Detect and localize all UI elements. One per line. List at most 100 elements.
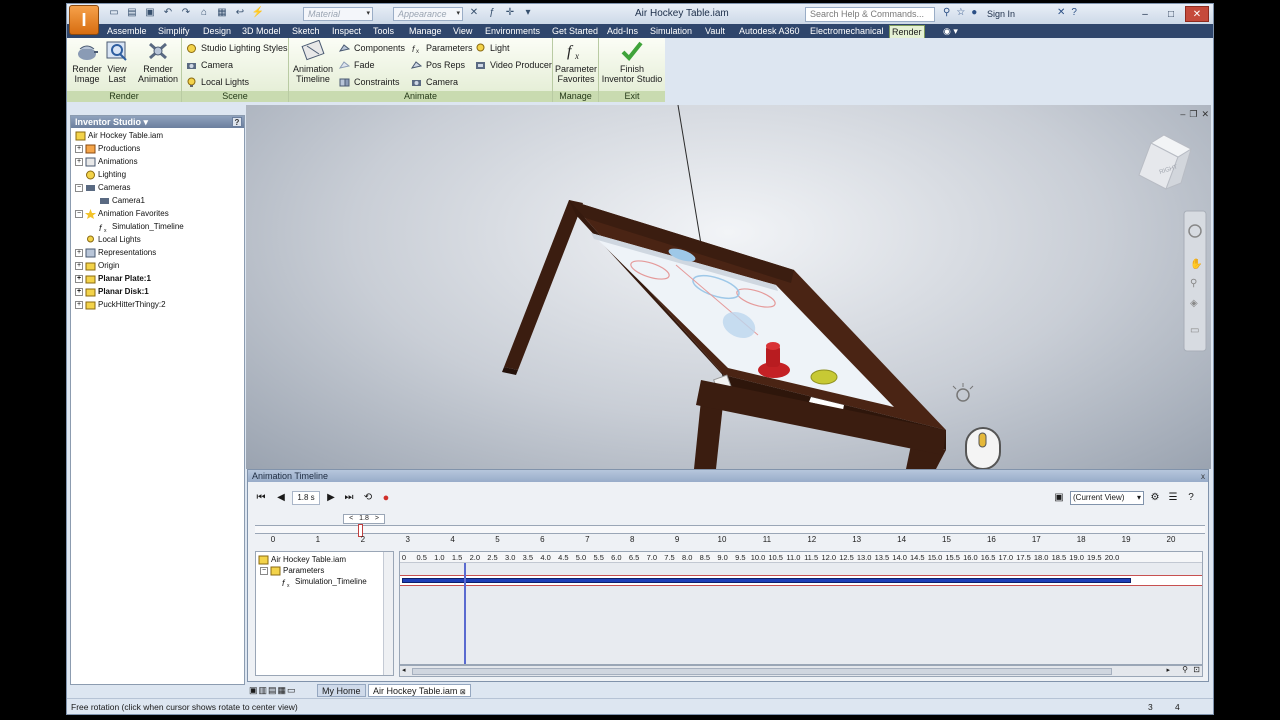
components-button[interactable]: Components [339, 42, 405, 55]
ribbon-options-icon[interactable]: ◉ ▾ [941, 25, 960, 38]
pos-reps-button[interactable]: Pos Reps [411, 59, 465, 72]
tree-item-cameras[interactable]: − Cameras [75, 182, 130, 194]
timeline-ruler[interactable]: < 1.8 > 0 1 2 3 4 5 6 7 8 9 10 11 12 13 14 15 16 17 18 19 20 [255, 514, 1205, 544]
render-animation-button[interactable]: Render Animation [137, 40, 179, 84]
tab-vault[interactable]: Vault [703, 25, 727, 38]
tab-render[interactable]: Render [889, 25, 925, 38]
tab-view[interactable]: View [451, 25, 474, 38]
app-menu-button[interactable]: I [69, 5, 99, 35]
record-icon[interactable]: ● [379, 491, 393, 505]
timeline-horizontal-scrollbar[interactable]: ◂ ▸ ⚲ ⊡ [399, 665, 1203, 677]
scroll-left-icon[interactable]: ◂ [402, 666, 406, 674]
close-button[interactable]: ✕ [1185, 6, 1209, 22]
user-icon[interactable]: ● [971, 7, 977, 18]
doc-tab-close-icon[interactable]: ⊠ [460, 689, 466, 696]
maximize-button[interactable]: □ [1159, 6, 1183, 22]
ruler-track[interactable] [255, 525, 1205, 534]
timeline-tree-simulation-timeline[interactable]: f x Simulation_Timeline [282, 576, 367, 588]
tree-item-local-lights[interactable]: Local Lights [85, 234, 141, 246]
tab-3d-model[interactable]: 3D Model [240, 25, 283, 38]
go-to-end-icon[interactable]: ⏭ [342, 491, 356, 505]
tree-item-simulation-timeline[interactable]: f x Simulation_Timeline [99, 221, 184, 233]
open-icon[interactable]: ▤ [125, 7, 139, 19]
tab-environments[interactable]: Environments [483, 25, 542, 38]
tree-item-planar-plate[interactable]: + Planar Plate:1 [75, 273, 151, 285]
update-icon[interactable]: ⚡ [251, 7, 265, 19]
scroll-thumb[interactable] [412, 668, 1112, 675]
finish-inventor-studio-button[interactable]: Finish Inventor Studio [600, 40, 664, 84]
orbit-icon[interactable]: ◈ [1190, 298, 1198, 309]
view-last-button[interactable]: View Last [104, 40, 130, 84]
fx-icon[interactable]: ƒ [485, 7, 499, 19]
play-reverse-icon[interactable]: ◀ [274, 491, 288, 505]
layout-icons[interactable]: ▣▥▤▦▭ [249, 685, 297, 696]
tab-simulation[interactable]: Simulation [648, 25, 694, 38]
animate-camera-button[interactable]: Camera [411, 76, 458, 89]
timeline-help-icon[interactable]: ? [1184, 491, 1198, 505]
tab-assemble[interactable]: Assemble [105, 25, 149, 38]
customize-icon[interactable]: ▾ [521, 7, 535, 19]
timeline-tree-scrollbar[interactable] [383, 552, 393, 675]
timeline-close-button[interactable]: x [1201, 471, 1205, 483]
zoom-icon[interactable]: ⚲ [1190, 278, 1197, 289]
tree-item-animation-favorites[interactable]: − Animation Favorites [75, 208, 169, 220]
sign-in-link[interactable]: Sign In [987, 9, 1015, 19]
go-to-start-icon[interactable]: ⏮ [254, 491, 268, 505]
tab-design[interactable]: Design [201, 25, 233, 38]
doc-tab-air-hockey[interactable]: Air Hockey Table.iam ⊠ [368, 684, 471, 697]
expand-action-editor-icon[interactable]: ☰ [1166, 491, 1180, 505]
nudge-left-icon[interactable]: < [349, 515, 353, 522]
search-help-input[interactable]: Search Help & Commands... [805, 7, 935, 22]
time-cursor-line[interactable] [464, 563, 466, 664]
appearance-combo[interactable]: Appearance ▾ [393, 7, 463, 21]
tree-item-animations[interactable]: + Animations [75, 156, 138, 168]
tab-sketch[interactable]: Sketch [290, 25, 322, 38]
loop-icon[interactable]: ⟲ [361, 491, 375, 505]
save-icon[interactable]: ▣ [143, 7, 157, 19]
studio-lighting-styles-button[interactable]: Studio Lighting Styles [186, 42, 288, 55]
exchange-icon[interactable]: ✕ [1057, 7, 1065, 18]
measure-icon[interactable]: ✛ [503, 7, 517, 19]
fit-timeline-icon[interactable]: ⊡ [1193, 665, 1200, 674]
parameter-favorites-button[interactable]: fx Parameter Favorites [555, 40, 597, 84]
search-icon[interactable]: ⚲ [943, 7, 950, 18]
constraints-button[interactable]: Constraints [339, 76, 400, 89]
animation-timeline-button[interactable]: Animation Timeline [291, 40, 335, 84]
scene-camera-button[interactable]: Camera [186, 59, 233, 72]
tree-item-origin[interactable]: + Origin [75, 260, 119, 272]
browser-title[interactable]: Inventor Studio ▾ ? [71, 116, 244, 128]
tab-get-started[interactable]: Get Started [550, 25, 600, 38]
fade-button[interactable]: Fade [339, 59, 375, 72]
star-icon[interactable]: ☆ [956, 7, 965, 18]
new-icon[interactable]: ▭ [107, 7, 121, 19]
minimize-button[interactable]: – [1133, 6, 1157, 22]
settings-icon[interactable]: ⚙ [1148, 491, 1162, 505]
tree-item-puckhitter[interactable]: + PuckHitterThingy:2 [75, 299, 166, 311]
select-icon[interactable]: ▦ [215, 7, 229, 19]
help-icon[interactable]: ? [1071, 7, 1077, 18]
browser-help-button[interactable]: ? [232, 117, 242, 127]
undo-icon[interactable]: ↶ [161, 7, 175, 19]
camera-view-select[interactable]: (Current View) ▾ [1070, 491, 1144, 505]
nudge-right-icon[interactable]: > [375, 515, 379, 522]
clear-appearance-icon[interactable]: ✕ [467, 7, 481, 19]
camera-icon[interactable]: ▣ [1052, 491, 1066, 505]
tree-item-camera1[interactable]: Camera1 [99, 195, 145, 207]
tab-simplify[interactable]: Simplify [156, 25, 192, 38]
look-at-icon[interactable]: ▭ [1190, 325, 1199, 336]
tab-autodesk-a360[interactable]: Autodesk A360 [737, 25, 802, 38]
local-lights-button[interactable]: Local Lights [186, 76, 249, 89]
scroll-right-icon[interactable]: ▸ [1166, 666, 1170, 674]
timeline-track-area[interactable]: 0 0.5 1.0 1.5 2.0 2.5 3.0 3.5 4.0 4.5 5.0 5.5 6.0 6.5… [399, 551, 1203, 665]
tree-item-representations[interactable]: + Representations [75, 247, 156, 259]
simulation-action-bar[interactable] [402, 578, 1132, 583]
material-combo[interactable]: Material ▾ [303, 7, 373, 21]
time-nudge-control[interactable]: < 1.8 > [343, 514, 385, 524]
pan-icon[interactable]: ✋ [1190, 257, 1202, 270]
tree-item-planar-disk[interactable]: + Planar Disk:1 [75, 286, 149, 298]
tab-add-ins[interactable]: Add-Ins [605, 25, 640, 38]
viewcube-icon[interactable]: RIGHT [1138, 134, 1193, 190]
video-producer-button[interactable]: Video Producer [475, 59, 552, 72]
tree-item-assembly[interactable]: Air Hockey Table.iam [75, 130, 163, 142]
zoom-timeline-icon[interactable]: ⚲ [1182, 665, 1188, 674]
